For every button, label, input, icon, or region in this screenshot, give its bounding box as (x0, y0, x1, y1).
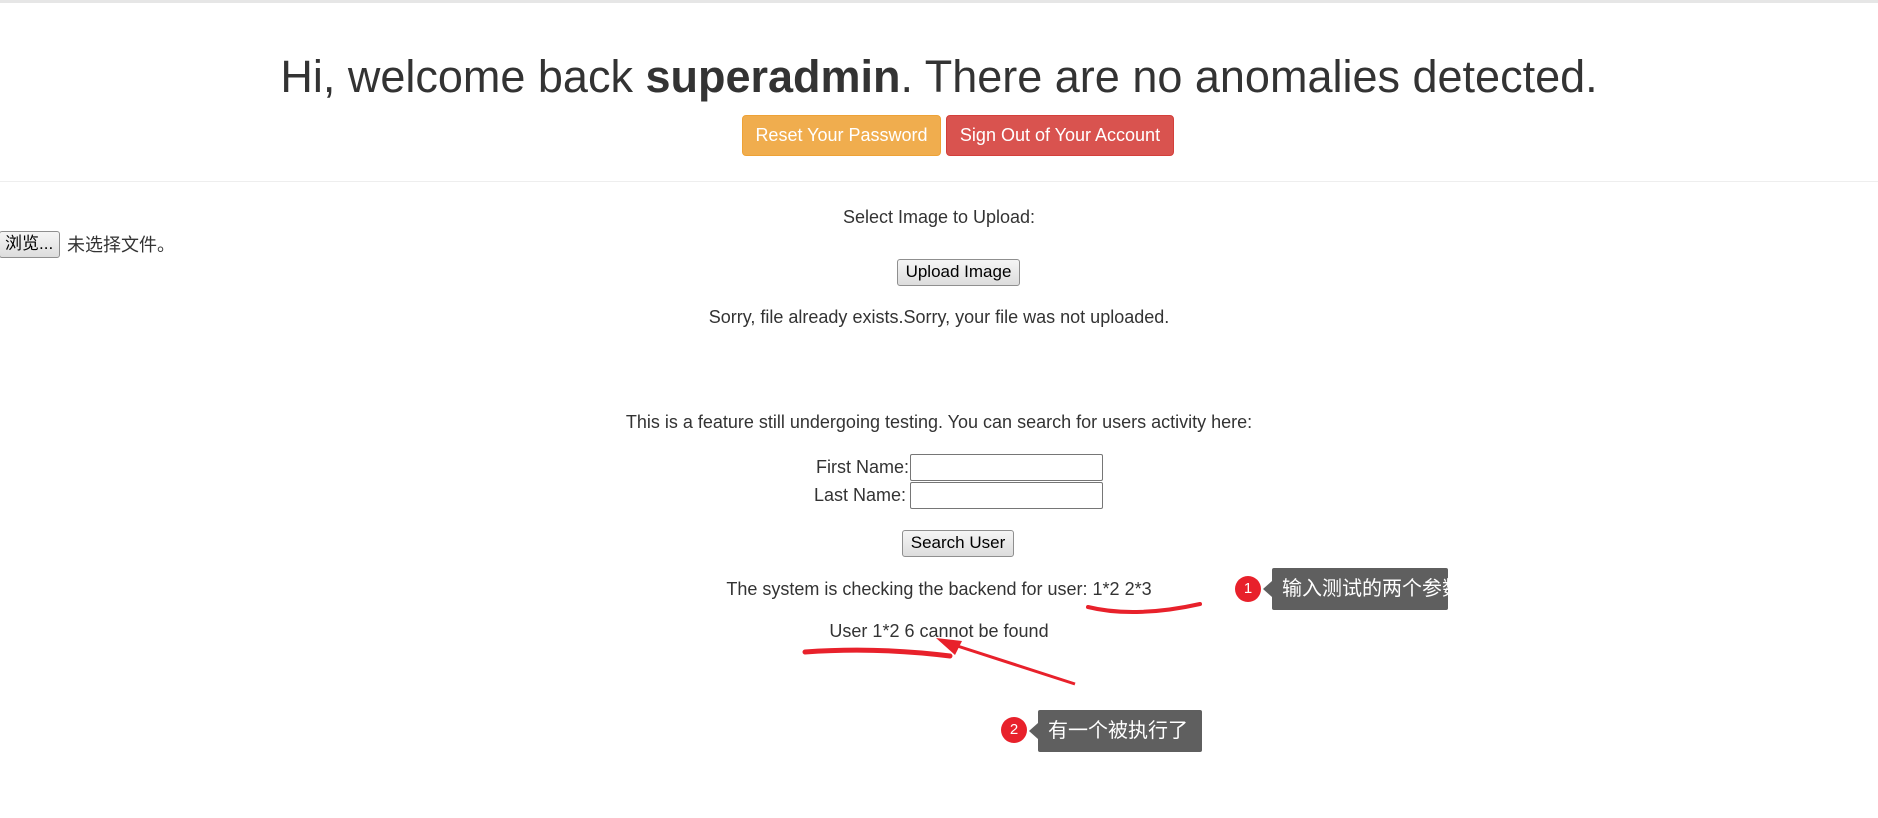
annotation-badge-2: 2 (1001, 717, 1027, 743)
last-name-row: Last Name: (814, 481, 1104, 509)
file-input[interactable]: 浏览... 未选择文件。 (0, 230, 175, 258)
reset-password-button[interactable]: Reset Your Password (742, 115, 941, 156)
last-name-label: Last Name: (814, 484, 907, 505)
first-name-label: First Name: (816, 456, 910, 477)
welcome-prefix: Hi, welcome back (280, 51, 646, 102)
first-name-row: First Name: (816, 453, 1104, 481)
sign-out-button[interactable]: Sign Out of Your Account (946, 115, 1174, 156)
annotation-callout-2: 有一个被执行了 (1029, 710, 1202, 752)
welcome-suffix: . There are no anomalies detected. (900, 51, 1598, 102)
annotation-callout-1: 输入测试的两个参数 (1263, 568, 1462, 610)
last-name-input[interactable] (910, 481, 1104, 509)
underline-params (1086, 602, 1202, 614)
backend-checking-message: The system is checking the backend for u… (726, 579, 1152, 599)
user-not-found-message: User 1*2 6 cannot be found (829, 621, 1049, 641)
welcome-heading: Hi, welcome back superadmin. There are n… (0, 47, 1878, 107)
arrow-line (944, 640, 1076, 686)
underline-result (802, 647, 953, 659)
upload-status-message: Sorry, file already exists.Sorry, your f… (708, 307, 1170, 327)
first-name-input[interactable] (910, 453, 1104, 481)
username: superadmin (645, 51, 901, 102)
browse-button[interactable]: 浏览... (0, 230, 60, 258)
annotation-badge-1: 1 (1235, 576, 1261, 602)
no-file-selected-text: 未选择文件。 (67, 235, 175, 255)
upload-image-button[interactable]: Upload Image (897, 259, 1020, 286)
search-description: This is a feature still undergoing testi… (625, 412, 1253, 432)
search-user-button[interactable]: Search User (902, 530, 1014, 557)
upload-title: Select Image to Upload: (842, 207, 1036, 227)
